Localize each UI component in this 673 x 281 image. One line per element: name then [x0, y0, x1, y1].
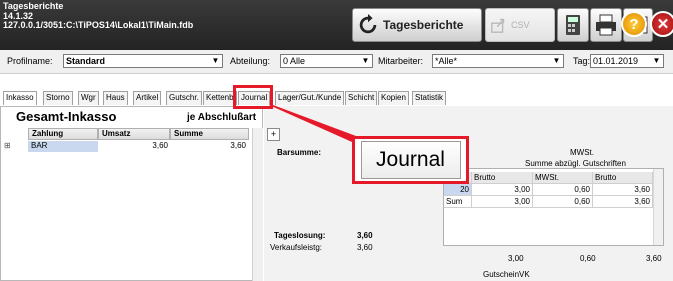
- chevron-down-icon: ▼: [552, 56, 561, 65]
- tab-inkasso[interactable]: Inkasso: [3, 91, 37, 105]
- grid-cell[interactable]: 20: [444, 184, 472, 196]
- grid-cell: 3,00: [472, 196, 533, 208]
- tag-value: 01.01.2019: [593, 56, 639, 66]
- grid-cell: 3,00: [472, 184, 533, 196]
- cell-zahlung[interactable]: BAR: [28, 141, 98, 152]
- tab-statistik[interactable]: Statistik: [412, 91, 447, 105]
- tab-kettenb[interactable]: Kettenb: [203, 91, 237, 105]
- tab-wgr[interactable]: Wgr: [78, 91, 99, 105]
- abteilung-label: Abteilung:: [230, 56, 271, 66]
- window-title: Tagesberichte 14.1.32 127.0.0.1/3051:C:\…: [3, 1, 194, 31]
- grid-cell: 3,60: [593, 184, 653, 196]
- tab-artikel[interactable]: Artikel: [133, 91, 162, 105]
- export-icon: [491, 18, 505, 33]
- mitarbeiter-label: Mitarbeiter:: [378, 56, 424, 66]
- chevron-down-icon: ▼: [361, 56, 370, 65]
- verkaufsleistg-label: Verkaufsleistg:: [270, 243, 323, 252]
- tagesberichte-button[interactable]: Tagesberichte: [352, 8, 482, 42]
- grid-header: Brutto: [593, 172, 653, 184]
- grid-scrollbar[interactable]: [653, 169, 663, 245]
- calculator-icon: [566, 15, 580, 35]
- tageslosung-value: 3,60: [357, 231, 373, 240]
- csv-label: CSV: [511, 20, 530, 30]
- callout-connector: [269, 105, 356, 142]
- cell-umsatz: 3,60: [152, 141, 168, 150]
- chevron-down-icon: ▼: [211, 56, 220, 65]
- tab-lager-gut-kunde[interactable]: Lager/Gut./Kunde: [275, 91, 345, 105]
- grid-cell: 3,60: [593, 196, 653, 208]
- grid-header: MWSt.: [533, 172, 593, 184]
- mitarbeiter-select[interactable]: *Alle* ▼: [432, 54, 564, 68]
- expand-row-icon[interactable]: ⊞: [4, 141, 28, 152]
- profil-value: Standard: [66, 56, 106, 66]
- journal-callout: Journal: [352, 136, 469, 184]
- panel-subtitle: je Abschlußart: [187, 112, 257, 123]
- total-brutto-sum: 3,60: [646, 254, 662, 263]
- database-path: 127.0.0.1/3051:C:\TiPOS14\Lokal1\TiMain.…: [3, 20, 194, 30]
- tag-label: Tag:: [573, 56, 591, 66]
- close-button[interactable]: ✕: [650, 11, 673, 37]
- close-icon: ✕: [656, 16, 670, 33]
- column-header-umsatz[interactable]: Umsatz: [98, 128, 170, 140]
- callout-label: Journal: [360, 141, 461, 179]
- tab-gutschr[interactable]: Gutschr.: [166, 91, 202, 105]
- profil-label: Profilname:: [7, 56, 53, 66]
- mwst-grid: Brutto MWSt. Brutto 20 3,00 0,60 3,60 Su…: [443, 168, 664, 246]
- chevron-down-icon: ▼: [652, 56, 661, 65]
- grid-header: Brutto: [472, 172, 533, 184]
- calculator-button[interactable]: [557, 8, 589, 42]
- printer-icon: [596, 14, 616, 36]
- tab-schicht[interactable]: Schicht: [345, 91, 378, 105]
- column-header-summe[interactable]: Summe: [170, 128, 249, 140]
- journal-tab-highlight: [233, 85, 273, 109]
- vertical-scrollbar[interactable]: [252, 128, 263, 281]
- tab-storno[interactable]: Storno: [43, 91, 73, 105]
- tab-haus[interactable]: Haus: [103, 91, 128, 105]
- abteilung-value: 0 Alle: [283, 56, 306, 66]
- refresh-icon: [359, 14, 377, 34]
- barsumme-label: Barsumme:: [277, 148, 322, 157]
- print-button[interactable]: [590, 8, 622, 42]
- csv-export-button[interactable]: CSV: [485, 8, 555, 42]
- grid-cell: 0,60: [533, 184, 593, 196]
- gutschein-label: GutscheinVK: [483, 270, 530, 279]
- tagesberichte-label: Tagesberichte: [383, 18, 464, 32]
- profil-select[interactable]: Standard ▼: [63, 54, 223, 68]
- mwst-subtitle: Summe abzügl. Gutschriften: [525, 159, 626, 168]
- tag-date-picker[interactable]: 01.01.2019 ▼: [590, 54, 664, 68]
- mitarbeiter-value: *Alle*: [435, 56, 458, 66]
- tab-kopien[interactable]: Kopien: [378, 91, 409, 105]
- tageslosung-label: Tageslosung:: [274, 231, 326, 240]
- verkaufsleistg-value: 3,60: [357, 243, 373, 252]
- total-brutto: 3,00: [508, 254, 524, 263]
- grid-cell: Sum: [444, 196, 472, 208]
- help-button[interactable]: ?: [621, 11, 647, 37]
- panel-title: Gesamt-Inkasso: [16, 109, 117, 124]
- grid-cell: 0,60: [533, 196, 593, 208]
- total-mwst: 0,60: [580, 254, 596, 263]
- cell-summe: 3,60: [230, 141, 246, 150]
- column-header-zahlung[interactable]: Zahlung: [28, 128, 98, 140]
- help-icon: ?: [629, 15, 639, 33]
- abteilung-select[interactable]: 0 Alle ▼: [280, 54, 373, 68]
- mwst-title: MWSt.: [570, 148, 594, 157]
